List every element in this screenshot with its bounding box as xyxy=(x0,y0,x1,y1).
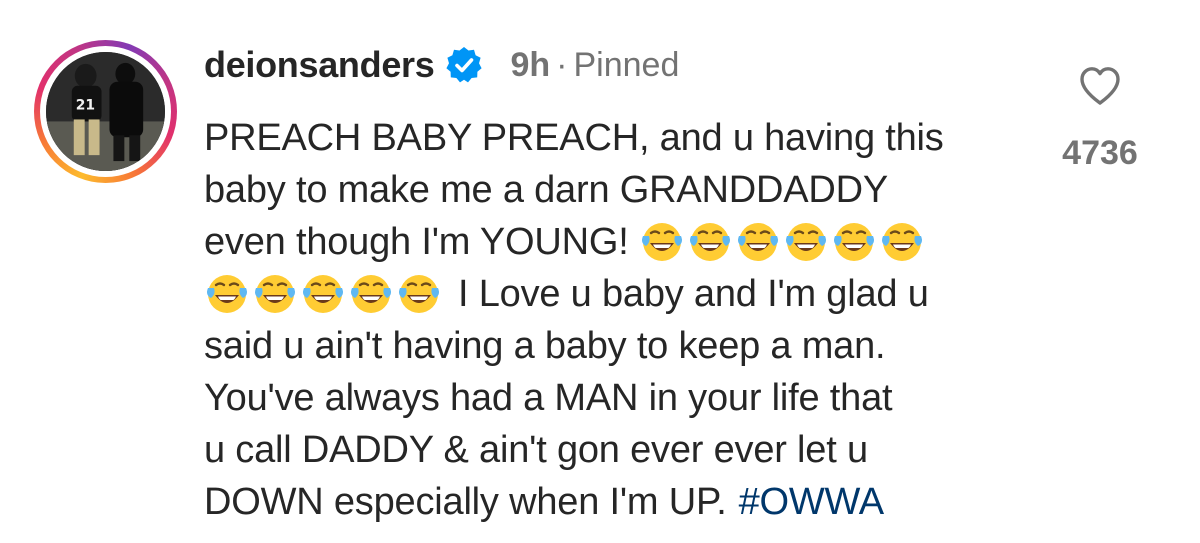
face-with-tears-of-joy-icon xyxy=(831,219,877,265)
comment-line: u call DADDY & ain't gon ever ever let u xyxy=(204,429,868,471)
avatar-ring-gap: 21 xyxy=(40,46,171,177)
meta-separator: · xyxy=(556,45,568,84)
face-with-tears-of-joy-icon xyxy=(735,219,781,265)
comment-line-text: I Love u baby and I'm glad u xyxy=(458,273,929,315)
face-with-tears-of-joy-icon xyxy=(687,219,733,265)
face-with-tears-of-joy-icon xyxy=(783,219,829,265)
comment-line: You've always had a MAN in your life tha… xyxy=(204,377,893,419)
comment-line-text: even though I'm YOUNG! xyxy=(204,221,629,263)
avatar-jersey-number: 21 xyxy=(76,98,95,114)
face-with-tears-of-joy-icon xyxy=(348,271,394,317)
comment-line: even though I'm YOUNG! xyxy=(204,216,1024,268)
face-with-tears-of-joy-icon xyxy=(639,219,685,265)
pinned-label: Pinned xyxy=(573,45,680,84)
avatar-story-ring[interactable]: 21 xyxy=(34,40,177,183)
face-with-tears-of-joy-icon xyxy=(204,271,250,317)
comment-text: PREACH BABY PREACH, and u having this ba… xyxy=(204,112,1024,528)
comment-line-text: DOWN especially when I'm UP. xyxy=(204,481,727,523)
emoji-group xyxy=(639,219,927,265)
comment-line: said u ain't having a baby to keep a man… xyxy=(204,325,886,367)
emoji-group xyxy=(204,271,444,317)
like-heart-icon[interactable] xyxy=(1076,62,1124,110)
comment-header: deionsanders 9h · Pinned xyxy=(204,40,679,90)
comment-line: DOWN especially when I'm UP. #OWWA xyxy=(204,476,1024,528)
face-with-tears-of-joy-icon xyxy=(300,271,346,317)
avatar[interactable]: 21 xyxy=(46,52,165,171)
avatar-photo: 21 xyxy=(46,52,165,171)
face-with-tears-of-joy-icon xyxy=(252,271,298,317)
comment-meta: 9h · Pinned xyxy=(510,46,679,85)
timestamp[interactable]: 9h xyxy=(510,46,550,84)
hashtag-link[interactable]: #OWWA xyxy=(739,476,885,528)
username-link[interactable]: deionsanders xyxy=(204,44,435,86)
comment-line: PREACH BABY PREACH, and u having this xyxy=(204,117,944,159)
comment-line: I Love u baby and I'm glad u xyxy=(204,268,1024,320)
like-count: 4736 xyxy=(1062,134,1138,172)
like-section: 4736 xyxy=(1060,62,1140,173)
comment-line: baby to make me a darn GRANDDADDY xyxy=(204,169,888,211)
face-with-tears-of-joy-icon xyxy=(396,271,442,317)
face-with-tears-of-joy-icon xyxy=(879,219,925,265)
verified-badge-icon xyxy=(444,45,484,85)
